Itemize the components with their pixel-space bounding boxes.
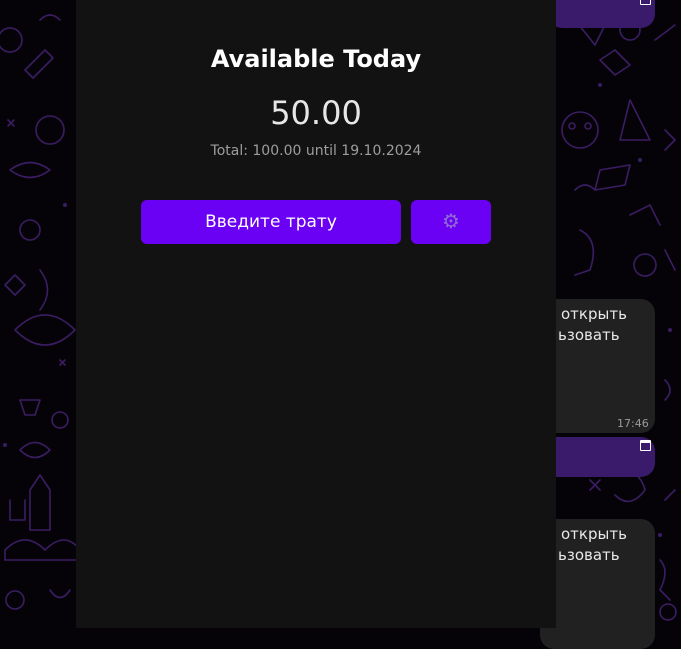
message-text-line: открыть	[561, 525, 627, 543]
chat-message: открыть ьзовать 17:46	[540, 299, 655, 433]
chat-message: открыть ьзовать	[540, 519, 655, 649]
chat-bubble-purple-top	[548, 0, 655, 28]
page-title: Available Today	[210, 45, 422, 73]
window-icon	[640, 0, 651, 5]
message-time: 17:46	[617, 417, 649, 430]
available-amount: 50.00	[270, 94, 362, 132]
message-text-line: ьзовать	[558, 546, 620, 564]
gear-icon: ⚙	[442, 211, 460, 233]
window-icon	[640, 440, 651, 451]
budget-webapp-modal: Available Today 50.00 Total: 100.00 unti…	[76, 0, 556, 628]
enter-expense-label: Введите трату	[205, 212, 337, 232]
total-summary: Total: 100.00 until 19.10.2024	[210, 143, 422, 159]
message-text-line: открыть	[561, 305, 627, 323]
settings-button[interactable]: ⚙	[411, 200, 491, 244]
enter-expense-button[interactable]: Введите трату	[141, 200, 401, 244]
chat-bubble-purple-mid	[548, 437, 655, 477]
message-text-line: ьзовать	[558, 326, 620, 344]
